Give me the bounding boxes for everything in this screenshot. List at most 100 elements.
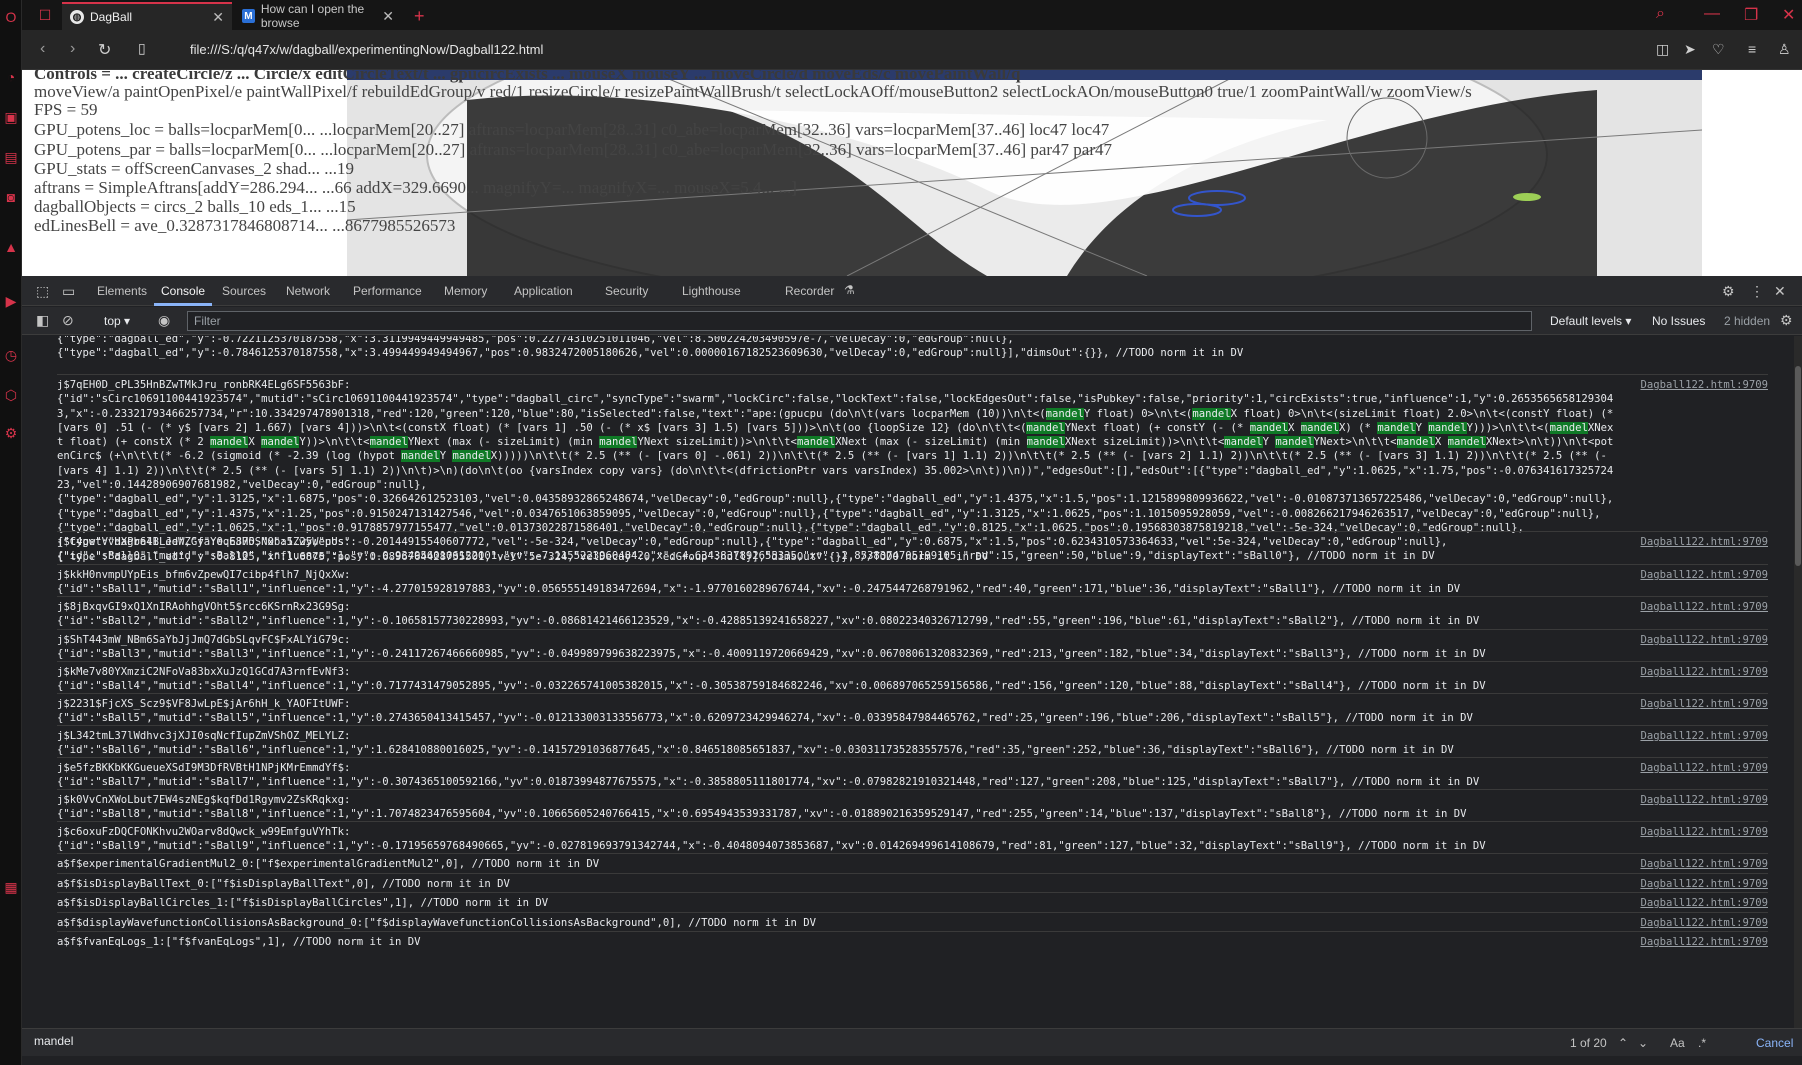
sidebar-toggle-icon[interactable]: ◧: [36, 312, 49, 329]
opera-logo-icon[interactable]: O: [2, 8, 20, 26]
snapshot-icon[interactable]: ◫: [1656, 41, 1669, 58]
tab-title: How can I open the browse: [260, 2, 365, 30]
back-icon[interactable]: ‹: [40, 40, 45, 58]
issues-button[interactable]: No Issues: [1652, 314, 1705, 328]
tab-title: DagBall: [90, 10, 133, 24]
shopping-icon[interactable]: ▣: [2, 108, 20, 126]
inspect-element-icon[interactable]: ⬚: [36, 283, 49, 300]
source-link[interactable]: Dagball122.html:9709: [1640, 935, 1768, 949]
console-message: j$L342tmL37lWdhvc3jXJI0sqNcfIupZmVShOZ_M…: [57, 725, 1768, 758]
speed-dial-icon[interactable]: ◔: [2, 68, 20, 86]
tab-recorder[interactable]: Recorder: [785, 284, 834, 298]
aria-icon[interactable]: ▲: [2, 238, 20, 256]
bookmark-heart-icon[interactable]: ♡: [1712, 41, 1725, 58]
tab-console[interactable]: Console: [161, 284, 205, 298]
source-link[interactable]: Dagball122.html:9709: [1640, 535, 1768, 549]
games-icon[interactable]: ◙: [2, 188, 20, 206]
console-message: j$C4gwtVvHXPr64BLJeWZGfaYeqEJHOSNOba5Zwy…: [57, 531, 1768, 564]
new-tab-button[interactable]: +: [406, 2, 430, 30]
maximize-icon[interactable]: ❐: [1744, 5, 1758, 25]
more-options-icon[interactable]: ⋮: [1750, 283, 1764, 300]
tab-application[interactable]: Application: [514, 284, 573, 298]
source-link[interactable]: Dagball122.html:9709: [1640, 825, 1768, 839]
url-field[interactable]: file:///S:/q/q47x/w/dagball/experimentin…: [190, 42, 543, 57]
search-input[interactable]: mandel: [34, 1034, 73, 1048]
easy-setup-icon[interactable]: ≡: [1748, 41, 1756, 57]
search-prev-icon[interactable]: ⌃: [1618, 1036, 1628, 1050]
context-value: top: [104, 314, 121, 328]
source-link[interactable]: Dagball122.html:9709: [1640, 697, 1768, 711]
console-message: a$f$isDisplayBallText_0:["f$isDisplayBal…: [57, 873, 1768, 891]
devtools-settings-icon[interactable]: ⚙: [1722, 283, 1735, 300]
console-filter-input[interactable]: Filter: [187, 311, 1532, 331]
source-link[interactable]: Dagball122.html:9709: [1640, 665, 1768, 679]
console-message-text: j$c6oxuFzDQCFONKhvu2WOarv8dQwck_w99Emfgu…: [57, 826, 1486, 853]
device-toolbar-icon[interactable]: ▭: [62, 283, 75, 300]
source-link[interactable]: Dagball122.html:9709: [1640, 378, 1768, 392]
search-cancel-button[interactable]: Cancel: [1756, 1036, 1793, 1050]
snap-icon[interactable]: ▦: [2, 878, 20, 896]
globe-icon: ◍: [70, 10, 84, 24]
settings-icon[interactable]: ⚙: [2, 424, 20, 442]
search-highlight: mandel: [1377, 421, 1416, 434]
profile-icon[interactable]: ♙: [1778, 41, 1791, 58]
reload-icon[interactable]: ↻: [98, 40, 111, 60]
search-highlight: mandel: [1396, 436, 1435, 449]
scrollbar-thumb[interactable]: [1795, 366, 1801, 566]
source-link[interactable]: Dagball122.html:9709: [1640, 761, 1768, 775]
tab-dagball[interactable]: ◍ DagBall ✕: [62, 2, 232, 30]
tab-stackoverflow[interactable]: M How can I open the browse ✕: [234, 2, 402, 30]
console-message: j$kkH0nvmpUYpEis_bfm6vZpewQI7cibp4flh7_N…: [57, 564, 1768, 597]
regex-toggle[interactable]: .*: [1698, 1036, 1706, 1050]
tab-elements[interactable]: Elements: [97, 284, 147, 298]
console-message: j$ShT443mW_NBm6SaYbJjJmQ7dGbSLqvFC$FxALY…: [57, 629, 1768, 662]
workspace-icon[interactable]: ☐: [36, 6, 54, 24]
console-message: j$c6oxuFzDQCFONKhvu2WOarv8dQwck_w99Emfgu…: [57, 821, 1768, 854]
console-message: j$2231$FjcXS_Scz9$VF8JwLpE$jAr6hH_k_YAOF…: [57, 693, 1768, 726]
source-link[interactable]: Dagball122.html:9709: [1640, 568, 1768, 582]
page-content: Controls = ... createCircle/z ... Circle…: [22, 70, 1802, 276]
page-info-icon[interactable]: ▯: [138, 40, 146, 57]
clear-console-icon[interactable]: ⊘: [62, 312, 74, 329]
close-tab-icon[interactable]: ✕: [382, 8, 394, 25]
tab-lighthouse[interactable]: Lighthouse: [682, 284, 741, 298]
match-case-toggle[interactable]: Aa: [1670, 1036, 1685, 1050]
source-link[interactable]: Dagball122.html:9709: [1640, 877, 1768, 891]
source-link[interactable]: Dagball122.html:9709: [1640, 793, 1768, 807]
tab-sources[interactable]: Sources: [222, 284, 266, 298]
console-settings-icon[interactable]: ⚙: [1780, 312, 1793, 329]
log-levels-dropdown[interactable]: Default levels ▾: [1550, 314, 1631, 328]
console-message-text: a$f$experimentalGradientMul2_0:["f$exper…: [57, 858, 600, 870]
tab-performance[interactable]: Performance: [353, 284, 422, 298]
aftrans-line: aftrans = SimpleAftrans[addY=286.294... …: [34, 178, 797, 197]
context-selector[interactable]: top ▾: [104, 314, 130, 328]
minimize-icon[interactable]: —: [1704, 5, 1720, 23]
search-tabs-icon[interactable]: ⌕: [1656, 5, 1665, 23]
close-devtools-icon[interactable]: ✕: [1774, 283, 1786, 300]
source-link[interactable]: Dagball122.html:9709: [1640, 633, 1768, 647]
extensions-icon[interactable]: ⬡: [2, 386, 20, 404]
player-icon[interactable]: ▶: [2, 292, 20, 310]
close-tab-icon[interactable]: ✕: [212, 9, 224, 26]
tab-network[interactable]: Network: [286, 284, 330, 298]
twitch-icon[interactable]: ▤: [2, 148, 20, 166]
source-link[interactable]: Dagball122.html:9709: [1640, 857, 1768, 871]
tab-security[interactable]: Security: [605, 284, 648, 298]
live-expression-icon[interactable]: ◉: [158, 312, 170, 329]
close-window-icon[interactable]: ✕: [1782, 5, 1795, 25]
console-output[interactable]: {"type":"dagball_ed","y":-0.722112537018…: [22, 336, 1794, 1028]
tab-memory[interactable]: Memory: [444, 284, 487, 298]
hidden-count: 2 hidden: [1724, 314, 1771, 328]
source-link[interactable]: Dagball122.html:9709: [1640, 896, 1768, 910]
console-scrollbar[interactable]: [1794, 336, 1802, 1028]
history-icon[interactable]: ◷: [2, 346, 20, 364]
forward-icon[interactable]: ›: [70, 40, 75, 58]
source-link[interactable]: Dagball122.html:9709: [1640, 916, 1768, 930]
search-next-icon[interactable]: ⌄: [1638, 1036, 1648, 1050]
send-icon[interactable]: ➤: [1684, 41, 1696, 58]
console-message: a$f$experimentalGradientMul2_0:["f$exper…: [57, 853, 1768, 871]
console-message-text: j$kkH0nvmpUYpEis_bfm6vZpewQI7cibp4flh7_N…: [57, 569, 1461, 596]
source-link[interactable]: Dagball122.html:9709: [1640, 729, 1768, 743]
console-message: a$f$displayWavefunctionCollisionsAsBackg…: [57, 912, 1768, 930]
source-link[interactable]: Dagball122.html:9709: [1640, 600, 1768, 614]
